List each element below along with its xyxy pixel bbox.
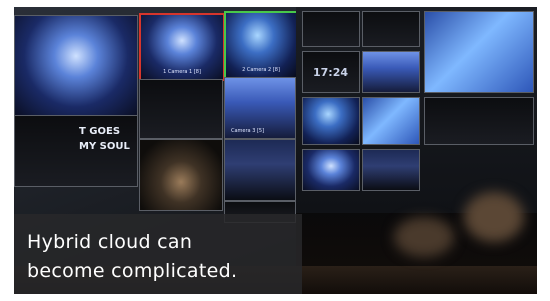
video-tile-lyrics: T GOES MY SOUL — [14, 115, 138, 187]
lyrics-line-1: T GOES — [79, 126, 121, 137]
right-tile-4 — [302, 97, 360, 145]
right-tile-8 — [362, 149, 420, 191]
right-tile-2 — [362, 11, 420, 47]
clock-text: 17:24 — [313, 66, 349, 79]
caption-line-2: become complicated. — [27, 260, 238, 282]
preview-tile: 2 Camera 2 [8] — [224, 11, 298, 79]
program-tile: 1 Camera 1 [8] — [139, 13, 225, 81]
right-tile-7 — [302, 149, 360, 191]
caption-overlay: Hybrid cloud can become complicated. — [14, 214, 302, 294]
video-tile-audience — [224, 139, 296, 201]
video-tile-large-stage: T GOES — [14, 15, 138, 117]
right-tile-6 — [424, 97, 534, 145]
crowd-label: Camera 3 [5] — [231, 128, 265, 134]
clock-tile: 17:24 — [302, 51, 360, 93]
right-tile-3 — [362, 51, 420, 93]
right-tile-5 — [362, 97, 420, 145]
caption-line-1: Hybrid cloud can — [27, 231, 193, 253]
photo-frame: T GOES T GOES MY SOUL 1 Camera 1 [8] 2 C… — [14, 7, 537, 294]
program-label: 1 Camera 1 [8] — [163, 69, 201, 75]
hardware-blur-2 — [464, 192, 524, 242]
video-tile-band — [139, 139, 223, 211]
video-tile-crowd: Camera 3 [5] — [224, 77, 296, 139]
preview-label: 2 Camera 2 [8] — [242, 67, 280, 73]
lyrics-line-2: MY SOUL — [79, 141, 130, 152]
right-tile-wide — [424, 11, 534, 93]
right-tile-1 — [302, 11, 360, 47]
video-tile-dark — [139, 79, 223, 139]
right-monitor: 17:24 — [296, 7, 537, 213]
hardware-blur-1 — [394, 217, 454, 257]
